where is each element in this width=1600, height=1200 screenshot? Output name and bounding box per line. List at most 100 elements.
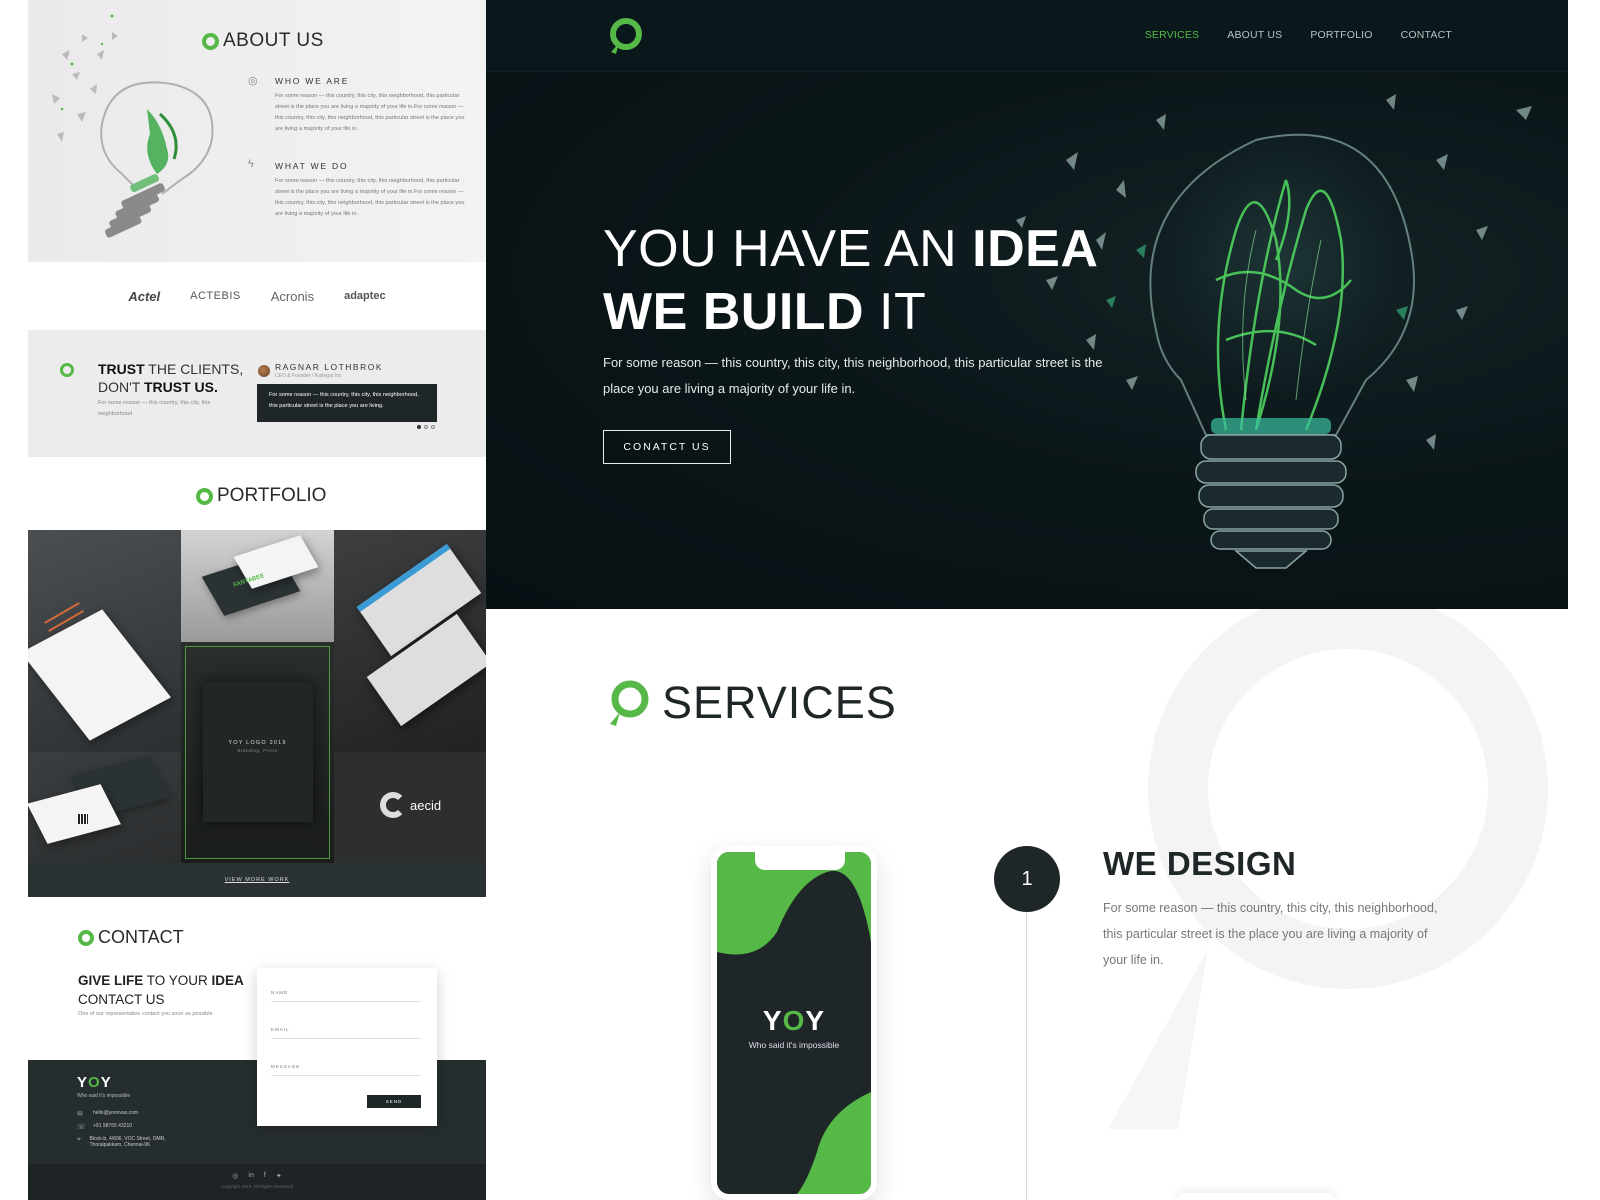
trust-heading-line2: DON'T TRUST US. [78,378,243,396]
logo-letter: Y [762,1005,783,1036]
top-navigation: SERVICES ABOUT US PORTFOLIO CONTACT [486,0,1568,72]
avatar [258,364,270,377]
testimonial-quote: For some reason — this country, this cit… [257,384,437,422]
nav-link-portfolio[interactable]: PORTFOLIO [1310,29,1372,41]
lightning-icon: ϟ [248,158,254,170]
carousel-dots[interactable] [417,425,435,429]
phone-tagline: Who said it's impossible [748,1040,840,1050]
brand-ring-icon [196,487,213,505]
message-field[interactable]: MESSAGE [271,1064,421,1076]
brand-ring-icon [202,32,219,50]
logo-letter-o: O [782,1005,806,1036]
brand-ring-icon [78,929,94,946]
step-description: For some reason — this country, this cit… [1103,901,1438,967]
aecid-text: aecid [410,797,442,813]
aecid-logo: aecid [380,792,441,818]
trust-heading-line1: TRUST THE CLIENTS, [78,360,243,378]
featured-caption: YOY LOGO 2019 Branding, Prints [181,740,334,753]
clients-logos: Actel ACTEBIS Acronis adaptec [28,262,486,330]
carousel-dot[interactable] [424,425,428,429]
twitter-icon[interactable]: ✦ [276,1172,282,1180]
testimonial-role: CEO & Founder / Kattegat Inc [275,373,342,379]
trust-subtext: For some reason — this country, this cit… [98,400,211,417]
mail-icon: ✉ [77,1111,83,1118]
contact-lead-line2: CONTACT US [78,992,165,1007]
services-title-text: SERVICES [662,677,897,728]
client-logo-adaptec: adaptec [344,290,386,302]
linkedin-icon[interactable]: in [248,1172,253,1180]
what-we-do-block: WHAT WE DO For some reason — this countr… [275,161,465,220]
featured-subtitle: Branding, Prints [237,748,278,753]
hero-line2-light: IT [864,283,927,341]
step-title-light: WE [1103,845,1167,882]
name-field[interactable]: NAME [271,990,421,1002]
view-more-work-link[interactable]: VIEW MORE WORK [28,863,486,897]
phone-logo: YOY [717,1005,871,1037]
brand-ring-icon [60,363,74,377]
contact-lead-mid: TO YOUR [143,973,212,988]
instagram-icon[interactable]: ◎ [232,1172,238,1180]
portfolio-item-cards-qr[interactable] [28,752,181,863]
send-button[interactable]: SEND [367,1095,421,1108]
nav-link-services[interactable]: SERVICES [1145,29,1200,41]
footer-phone-text[interactable]: +91 98765 43210 [93,1123,132,1129]
portfolio-item-business-cards[interactable]: FANTABEE [181,530,334,642]
email-field[interactable]: EMAIL [271,1027,421,1039]
location-pin-icon: ⌖ [77,1136,81,1143]
page-preview-column: ABOUT US ◎ WHO WE ARE For some reason — … [28,0,486,1200]
logo-letter: Y [77,1074,89,1091]
nav-link-about-us[interactable]: ABOUT US [1227,29,1282,41]
carousel-dot[interactable] [431,425,435,429]
nav-link-contact[interactable]: CONTACT [1401,29,1452,41]
testimonial-author-text: RAGNAR LOTHBROK CEO & Founder / Kattegat… [275,362,383,379]
step-title: WE DESIGN [1103,845,1296,883]
trust-heading-bold: TRUST [98,361,145,377]
contact-lead-line1: GIVE LIFE TO YOUR IDEA [78,971,244,990]
step-title-bold: DESIGN [1166,845,1297,882]
contact-title-text: CONTACT [98,927,184,947]
facebook-icon[interactable]: f [264,1172,266,1180]
client-logo-actel: Actel [128,288,161,304]
portfolio-item-aecid[interactable]: aecid [334,752,486,863]
contact-us-button[interactable]: CONATCT US [603,430,731,464]
footer-tagline: Who said it's impossible [77,1093,131,1099]
who-we-are-title: WHO WE ARE [275,76,350,86]
hero-section: SERVICES ABOUT US PORTFOLIO CONTACT YOU … [486,0,1568,609]
brand-ring-icon [610,680,649,726]
about-section: ABOUT US ◎ WHO WE ARE For some reason — … [28,0,486,262]
portfolio-item-envelopes[interactable] [334,530,486,752]
footer-bottom-bar: ◎ in f ✦ Copyright 2019, All Rights Rese… [28,1164,486,1200]
portfolio-header: PORTFOLIO [28,457,486,530]
aecid-ring-icon [380,792,406,818]
what-we-do-text: For some reason — this country, this cit… [275,178,465,217]
about-title-text: ABOUT US [223,30,324,51]
footer-email-text[interactable]: hello@yoonvas.com [93,1110,138,1116]
portfolio-item-yoy-logo[interactable]: YOY LOGO 2019 Branding, Prints [181,642,334,863]
client-logo-actebis: ACTEBIS [190,290,241,302]
step-number-badge: 1 [994,846,1060,912]
testimonial-name: RAGNAR LOTHBROK [275,362,383,372]
hero-headline-line1: YOU HAVE AN IDEA [603,218,1098,281]
hero-headline: YOU HAVE AN IDEA WE BUILD IT [603,218,1098,344]
footer-phone[interactable]: ☏ +91 98765 43210 [77,1123,132,1131]
carousel-dot[interactable] [417,425,421,429]
client-logo-acronis: Acronis [270,288,315,304]
hero-description: For some reason — this country, this cit… [603,355,1103,396]
services-section: SERVICES YOY Who said it's impossible 1 … [486,609,1568,1200]
trust-heading-bold2: TRUST US. [143,379,218,395]
trust-heading-rest: THE CLIENTS, [144,361,244,377]
logo-letter: Y [100,1074,112,1091]
who-we-are-text: For some reason — this country, this cit… [275,93,465,132]
qr-code-icon [78,814,88,824]
about-title: ABOUT US [202,30,324,52]
featured-title: YOY LOGO 2019 [228,740,287,746]
phone-icon: ☏ [77,1124,86,1131]
footer-address: ⌖ Block-b, 4/606, VOC Street, OMR, Thorai… [77,1136,167,1148]
footer-email[interactable]: ✉ hello@yoonvas.com [77,1110,138,1118]
footer-logo: YOY [77,1074,112,1091]
brand-logo[interactable] [605,16,645,56]
footer-address-text: Block-b, 4/606, VOC Street, OMR, Thoraip… [89,1136,166,1148]
trust-heading: TRUST THE CLIENTS, DON'T TRUST US. [60,360,243,396]
testimonial-author: RAGNAR LOTHBROK CEO & Founder / Kattegat… [258,362,383,379]
portfolio-item-letterhead[interactable] [28,530,181,752]
